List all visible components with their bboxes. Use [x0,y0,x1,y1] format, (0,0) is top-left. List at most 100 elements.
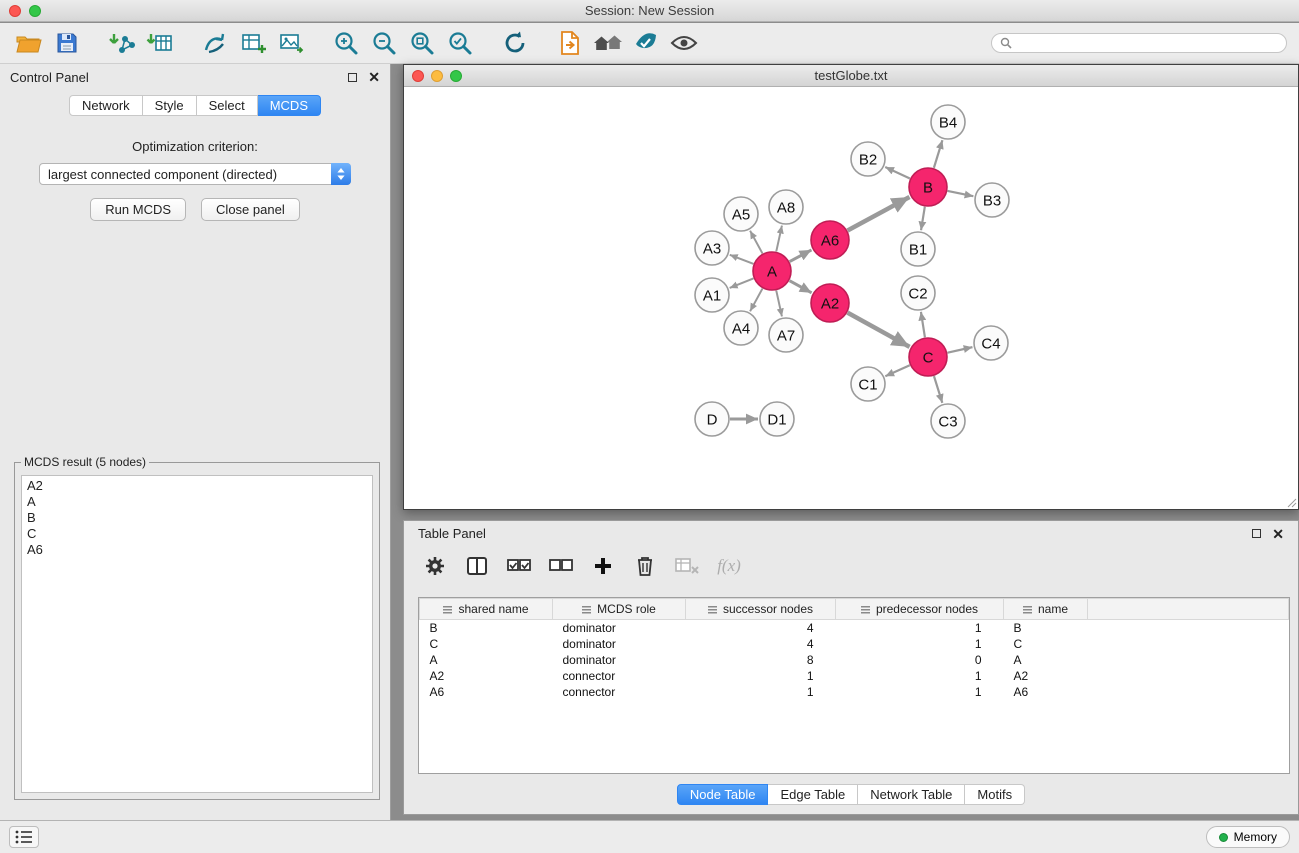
column-header-name[interactable]: name [1004,599,1088,620]
graph-edge-A-A8[interactable] [776,226,782,252]
delete-column-button[interactable] [626,549,664,583]
graph-node-A8[interactable]: A8 [769,190,803,224]
graph-edge-A6-B[interactable] [848,197,910,230]
network-minimize-button[interactable] [431,70,443,82]
select-all-columns-button[interactable] [500,549,538,583]
criterion-dropdown[interactable]: largest connected component (directed) [39,163,351,185]
tab-node-table[interactable]: Node Table [677,784,769,805]
mcds-result-item[interactable]: A2 [27,478,367,494]
column-header-shared-name[interactable]: shared name [420,599,553,620]
home-network-button[interactable] [589,26,627,60]
show-column-button[interactable] [458,549,496,583]
zoom-selected-button[interactable] [441,26,479,60]
tab-mcds[interactable]: MCDS [258,95,321,116]
graph-edge-C-C3[interactable] [934,376,942,403]
open-session-button[interactable] [10,26,48,60]
graph-edge-B-B2[interactable] [885,167,910,179]
close-panel-icon[interactable]: ✕ [368,70,380,84]
graph-node-A2[interactable]: A2 [811,284,849,322]
graph-node-C1[interactable]: C1 [851,367,885,401]
graph-edge-C-C4[interactable] [948,347,973,353]
zoom-window-button[interactable] [29,5,41,17]
network-close-button[interactable] [412,70,424,82]
mcds-result-list[interactable]: A2ABCA6 [21,475,373,793]
graph-node-A1[interactable]: A1 [695,278,729,312]
table-row[interactable]: A6connector11A6 [420,684,1289,700]
zoom-in-button[interactable] [327,26,365,60]
graph-node-A5[interactable]: A5 [724,197,758,231]
task-history-button[interactable] [9,826,39,848]
graph-node-B4[interactable]: B4 [931,105,965,139]
graph-edge-C-C2[interactable] [921,312,925,337]
tab-select[interactable]: Select [197,95,258,116]
table-row[interactable]: Bdominator41B [420,620,1289,636]
table-row[interactable]: Adominator80A [420,652,1289,668]
new-network-from-table-button[interactable] [234,26,272,60]
graph-edge-A2-C[interactable] [848,313,910,347]
column-header-predecessor-nodes[interactable]: predecessor nodes [836,599,1004,620]
mcds-result-item[interactable]: A [27,494,367,510]
open-session-file-button[interactable] [551,26,589,60]
graph-edge-B-B4[interactable] [934,140,943,168]
save-session-button[interactable] [48,26,86,60]
function-builder-button[interactable]: f(x) [710,549,748,583]
memory-button[interactable]: Memory [1206,826,1290,848]
network-canvas[interactable]: B4B2BB3A5A8A6B1A3AC2A1A2A4A7C4CC1C3DD1 [404,88,1298,509]
delete-table-button[interactable] [668,549,706,583]
graph-node-D[interactable]: D [695,402,729,436]
network-window-titlebar[interactable]: testGlobe.txt [404,65,1298,87]
graph-node-B[interactable]: B [909,168,947,206]
float-table-panel-icon[interactable] [1252,529,1261,538]
resize-grip-icon[interactable] [1285,496,1297,508]
network-edit-button[interactable] [196,26,234,60]
tab-style[interactable]: Style [143,95,197,116]
close-window-button[interactable] [9,5,21,17]
mcds-result-item[interactable]: C [27,526,367,542]
graph-node-A4[interactable]: A4 [724,311,758,345]
close-table-panel-icon[interactable]: ✕ [1272,527,1284,541]
float-panel-icon[interactable] [348,73,357,82]
tab-edge-table[interactable]: Edge Table [768,784,858,805]
style-check-button[interactable] [627,26,665,60]
graph-node-B2[interactable]: B2 [851,142,885,176]
graph-node-A[interactable]: A [753,252,791,290]
graph-edge-A-A7[interactable] [776,291,782,317]
search-input[interactable] [1017,36,1278,50]
column-header-MCDS-role[interactable]: MCDS role [553,599,686,620]
graph-edge-A-A6[interactable] [790,250,812,262]
graph-node-C[interactable]: C [909,338,947,376]
graph-node-C3[interactable]: C3 [931,404,965,438]
graph-node-B1[interactable]: B1 [901,232,935,266]
zoom-out-button[interactable] [365,26,403,60]
unselect-all-columns-button[interactable] [542,549,580,583]
graph-edge-A-A3[interactable] [730,255,754,264]
table-row[interactable]: A2connector11A2 [420,668,1289,684]
graph-node-A7[interactable]: A7 [769,318,803,352]
tab-network-table[interactable]: Network Table [858,784,965,805]
graph-edge-C-C1[interactable] [885,365,909,376]
tab-motifs[interactable]: Motifs [965,784,1025,805]
mcds-result-item[interactable]: A6 [27,542,367,558]
graph-node-A3[interactable]: A3 [695,231,729,265]
import-network-button[interactable] [103,26,141,60]
graph-node-C4[interactable]: C4 [974,326,1008,360]
create-column-button[interactable] [584,549,622,583]
graph-edge-B-B1[interactable] [921,207,925,230]
close-panel-button[interactable]: Close panel [201,198,300,221]
network-zoom-button[interactable] [450,70,462,82]
table-row[interactable]: Cdominator41C [420,636,1289,652]
graph-edge-A-A1[interactable] [730,278,754,288]
refresh-view-button[interactable] [496,26,534,60]
mcds-result-item[interactable]: B [27,510,367,526]
graph-edge-A-A2[interactable] [790,281,812,293]
column-header-successor-nodes[interactable]: successor nodes [686,599,836,620]
graph-edge-B-B3[interactable] [948,191,974,196]
tab-network[interactable]: Network [69,95,143,116]
import-table-button[interactable] [141,26,179,60]
graph-edge-A-A4[interactable] [750,289,762,312]
run-mcds-button[interactable]: Run MCDS [90,198,186,221]
graph-node-C2[interactable]: C2 [901,276,935,310]
zoom-fit-button[interactable] [403,26,441,60]
table-settings-button[interactable] [416,549,454,583]
graph-edge-A-A5[interactable] [750,231,762,254]
